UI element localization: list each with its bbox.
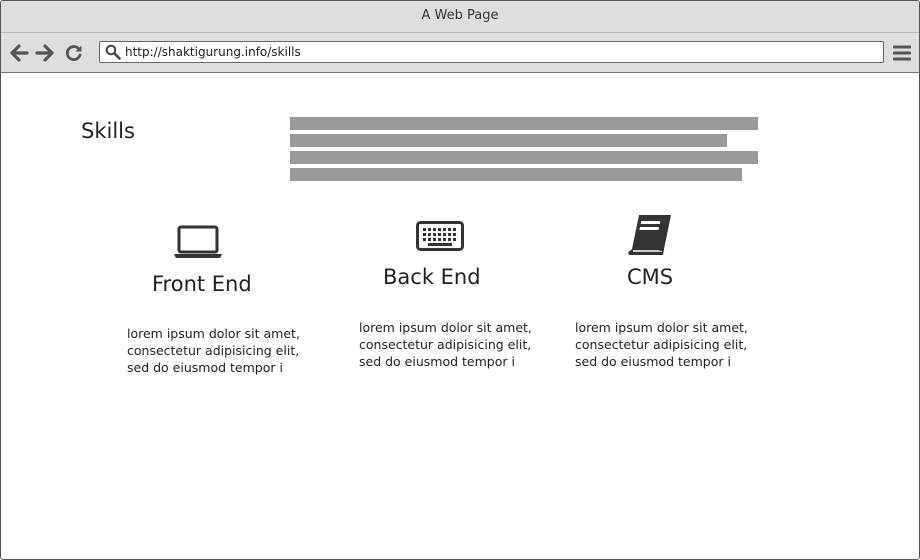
text-placeholder-line	[290, 151, 758, 164]
skill-description-line: lorem ipsum dolor sit amet,	[127, 326, 300, 341]
skill-description: lorem ipsum dolor sit amet, consectetur …	[359, 319, 549, 370]
text-placeholder-line	[290, 168, 742, 181]
skill-description: lorem ipsum dolor sit amet, consectetur …	[575, 319, 765, 370]
menu-button[interactable]	[892, 43, 912, 63]
keyboard-icon	[416, 221, 464, 255]
page-content: Skills Front End lorem ipsum dolor sit a…	[1, 73, 919, 559]
back-button[interactable]	[9, 43, 29, 63]
skill-description-line: sed do eiusmod tempor i	[359, 354, 515, 369]
url-input[interactable]	[125, 43, 865, 61]
browser-toolbar	[1, 33, 919, 73]
address-bar[interactable]	[99, 41, 884, 63]
skill-heading: Front End	[152, 272, 252, 296]
skill-description-line: lorem ipsum dolor sit amet,	[575, 320, 748, 335]
window-title: A Web Page	[1, 1, 919, 33]
text-placeholder-line	[290, 134, 727, 147]
skill-description-line: consectetur adipisicing elit,	[359, 337, 532, 352]
page-title: Skills	[81, 119, 135, 143]
arrow-right-icon	[35, 43, 55, 63]
skill-heading: Back End	[383, 265, 481, 289]
book-icon	[627, 213, 675, 261]
browser-window: A Web Page http://shaktigurung.info/skil…	[0, 0, 920, 560]
skill-description: lorem ipsum dolor sit amet, consectetur …	[127, 325, 317, 376]
skill-description-line: sed do eiusmod tempor i	[127, 360, 283, 375]
text-placeholder-line	[290, 117, 758, 130]
skill-description-line: lorem ipsum dolor sit amet,	[359, 320, 532, 335]
reload-button[interactable]	[64, 43, 84, 63]
reload-icon	[64, 43, 84, 63]
arrow-left-icon	[9, 43, 29, 63]
forward-button[interactable]	[35, 43, 55, 63]
skill-description-line: consectetur adipisicing elit,	[127, 343, 300, 358]
search-icon	[105, 44, 121, 64]
laptop-icon	[173, 225, 223, 263]
skill-description-line: sed do eiusmod tempor i	[575, 354, 731, 369]
hamburger-menu-icon	[892, 45, 912, 67]
skill-description-line: consectetur adipisicing elit,	[575, 337, 748, 352]
skill-heading: CMS	[627, 265, 674, 289]
